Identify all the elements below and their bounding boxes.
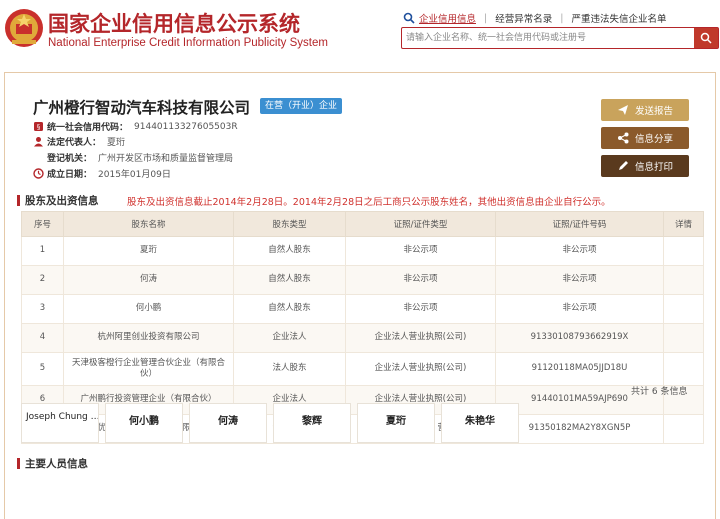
send-report-button[interactable]: 发送报告: [601, 99, 689, 121]
company-panel: 广州橙行智动汽车科技有限公司 在营（开业）企业 § 统一社会信用代码： 9144…: [4, 72, 716, 519]
share-button[interactable]: 信息分享: [601, 127, 689, 149]
national-emblem-icon: [5, 9, 43, 47]
person-card[interactable]: 何小鹏: [105, 403, 183, 443]
col-header-cert-no: 证照/证件号码: [495, 211, 664, 237]
search-icon: [403, 12, 415, 24]
person-card[interactable]: 黎辉: [273, 403, 351, 443]
table-row: 1 夏珩 自然人股东 非公示项 非公示项: [21, 236, 704, 266]
cell-detail[interactable]: [663, 323, 704, 353]
nav-abnormal-list[interactable]: 经营异常名录: [495, 11, 552, 25]
cell-cert-no: 非公示项: [495, 265, 664, 295]
legal-rep-label: 法定代表人：: [47, 138, 102, 148]
cell-detail[interactable]: [663, 414, 704, 444]
share-icon: [617, 132, 629, 144]
cell-cert-type: 企业法人营业执照(公司): [345, 323, 496, 353]
cell-cert-no: 91330108793662919X: [495, 323, 664, 353]
person-card[interactable]: 何涛: [189, 403, 267, 443]
cell-cert-type: 非公示项: [345, 236, 496, 266]
share-label: 信息分享: [634, 134, 673, 145]
person-card[interactable]: Joseph Chung …: [21, 403, 99, 443]
founded-date-value: 2015年01月09日: [98, 170, 171, 180]
cell-name: 何涛: [63, 265, 234, 295]
registration-authority-row: 登记机关： 广州开发区市场和质量监督管理局: [33, 151, 233, 164]
company-name: 广州橙行智动汽车科技有限公司: [33, 99, 251, 117]
cell-type: 企业法人: [233, 323, 346, 353]
top-nav: 企业信用信息 | 经营异常名录 | 严重违法失信企业名单: [403, 10, 666, 26]
cell-detail[interactable]: [663, 352, 704, 386]
cell-cert-no: 非公示项: [495, 294, 664, 324]
table-row: 2 何涛 自然人股东 非公示项 非公示项: [21, 265, 704, 295]
nav-blacklist[interactable]: 严重违法失信企业名单: [571, 11, 666, 25]
cell-cert-type: 非公示项: [345, 265, 496, 295]
legal-rep-row: 法定代表人： 夏珩: [33, 135, 125, 148]
cell-name: 夏珩: [63, 236, 234, 266]
pencil-icon: [618, 161, 628, 170]
cell-name: 天津极客橙行企业管理合伙企业（有限合伙）: [63, 352, 234, 386]
table-row: 4 杭州阿里创业投资有限公司 企业法人 企业法人营业执照(公司) 91330108793…: [21, 323, 704, 353]
send-report-label: 发送报告: [634, 106, 673, 117]
site-header: 国家企业信用信息公示系统 National Enterprise Credit …: [0, 0, 720, 68]
nav-separator: |: [484, 12, 488, 24]
cell-detail[interactable]: [663, 294, 704, 324]
svg-text:§: §: [37, 123, 41, 131]
personnel-total: 共计 6 条信息: [631, 387, 688, 397]
cell-type: 自然人股东: [233, 236, 346, 266]
shareholders-notice: 股东及出资信息截止2014年2月28日。2014年2月28日之后工商只公示股东姓…: [127, 197, 611, 208]
person-card[interactable]: 朱艳华: [441, 403, 519, 443]
cell-cert-no: 非公示项: [495, 236, 664, 266]
founded-date-label: 成立日期：: [47, 170, 93, 180]
cell-index: 2: [21, 265, 64, 295]
cell-cert-type: 非公示项: [345, 294, 496, 324]
col-header-type: 股东类型: [233, 211, 346, 237]
status-badge: 在营（开业）企业: [260, 98, 343, 114]
nav-separator: |: [560, 12, 564, 24]
nav-enterprise-credit[interactable]: 企业信用信息: [419, 11, 476, 25]
personnel-section-title: 主要人员信息: [17, 456, 88, 471]
registration-authority-value: 广州开发区市场和质量监督管理局: [98, 154, 234, 164]
credit-code-row: § 统一社会信用代码： 91440113327605503R: [33, 120, 238, 133]
cell-cert-no: 91120118MA05JJD18U: [495, 352, 664, 386]
cell-name: 何小鹏: [63, 294, 234, 324]
search-icon: [700, 32, 712, 44]
cell-detail[interactable]: [663, 265, 704, 295]
cell-type: 自然人股东: [233, 265, 346, 295]
site-title-cn: 国家企业信用信息公示系统: [48, 12, 300, 36]
search-button[interactable]: [694, 28, 718, 48]
cell-cert-type: 企业法人营业执照(公司): [345, 352, 496, 386]
table-header-row: 序号 股东名称 股东类型 证照/证件类型 证照/证件号码 详情: [21, 211, 704, 237]
print-label: 信息打印: [634, 162, 673, 173]
cell-type: 法人股东: [233, 352, 346, 386]
cell-index: 1: [21, 236, 64, 266]
site-title-en: National Enterprise Credit Information P…: [48, 37, 328, 49]
table-row: 5 天津极客橙行企业管理合伙企业（有限合伙） 法人股东 企业法人营业执照(公司) 911…: [21, 352, 704, 386]
legal-rep-value: 夏珩: [107, 138, 126, 148]
cell-type: 自然人股东: [233, 294, 346, 324]
credit-code-value: 91440113327605503R: [134, 121, 238, 132]
col-header-name: 股东名称: [63, 211, 234, 237]
col-header-index: 序号: [21, 211, 64, 237]
shareholders-section-title: 股东及出资信息: [17, 193, 99, 208]
person-icon: [34, 137, 43, 147]
send-icon: [617, 105, 628, 115]
credit-code-label: 统一社会信用代码：: [47, 123, 129, 133]
search-input[interactable]: [406, 30, 692, 46]
founded-date-row: 成立日期： 2015年01月09日: [33, 167, 171, 180]
clock-icon: [33, 168, 44, 179]
print-button[interactable]: 信息打印: [601, 155, 689, 177]
cell-name: 杭州阿里创业投资有限公司: [63, 323, 234, 353]
cell-index: 4: [21, 323, 64, 353]
table-row: 3 何小鹏 自然人股东 非公示项 非公示项: [21, 294, 704, 324]
person-card[interactable]: 夏珩: [357, 403, 435, 443]
cell-detail[interactable]: [663, 236, 704, 266]
cell-index: 5: [21, 352, 64, 386]
col-header-detail: 详情: [663, 211, 704, 237]
col-header-cert-type: 证照/证件类型: [345, 211, 496, 237]
personnel-list: Joseph Chung … 何小鹏 何涛 黎辉 夏珩 朱艳华: [21, 403, 525, 443]
registration-authority-label: 登记机关：: [47, 154, 93, 164]
search-box: [401, 27, 719, 49]
cell-index: 3: [21, 294, 64, 324]
code-icon: §: [34, 122, 43, 131]
